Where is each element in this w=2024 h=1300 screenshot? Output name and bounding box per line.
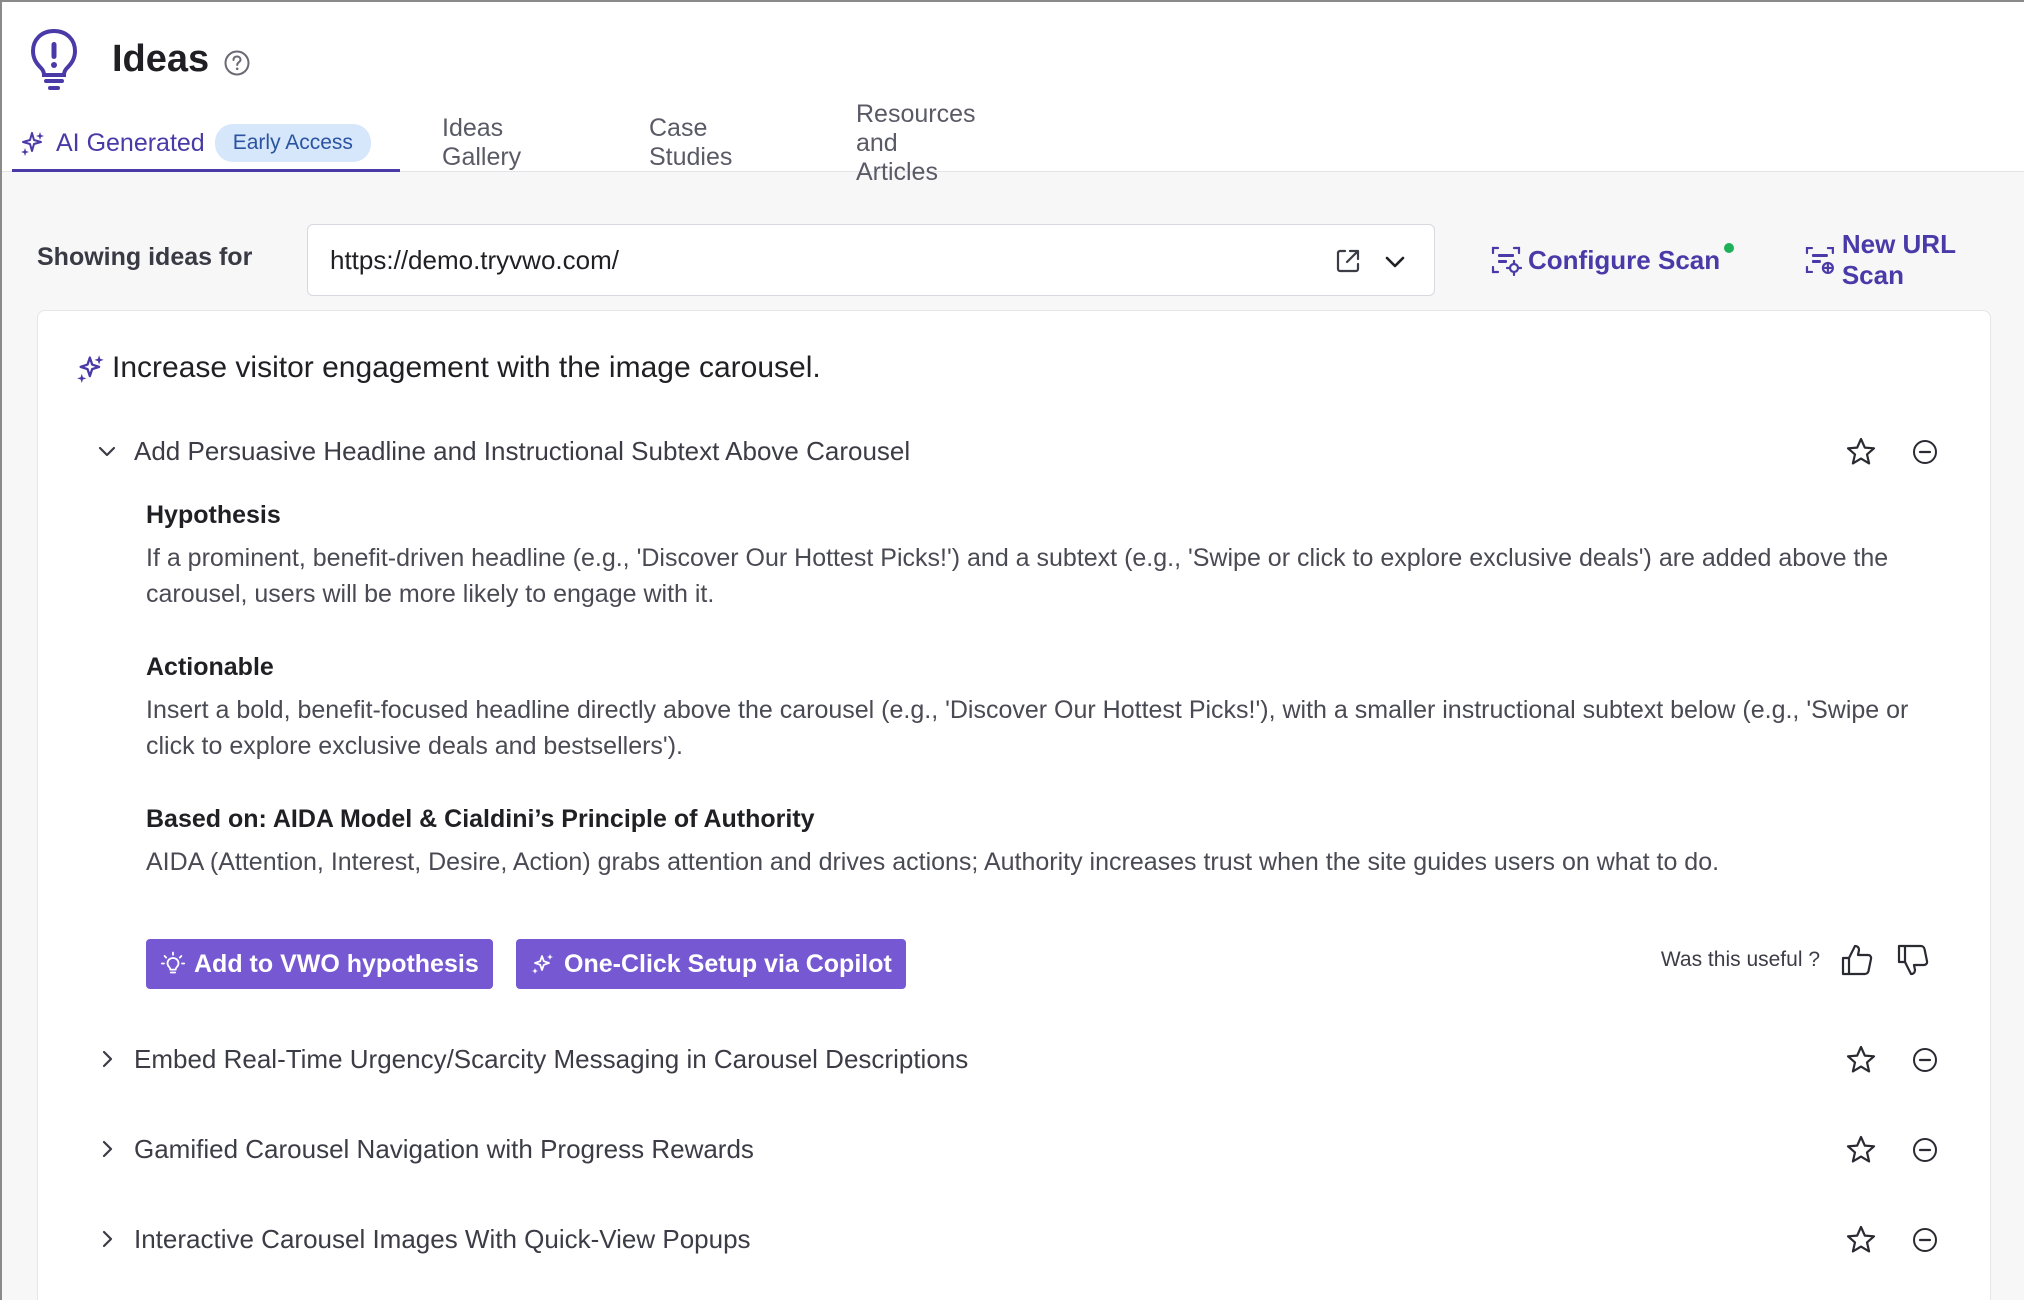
useful-prompt: Was this useful ? — [1660, 948, 1820, 971]
chevron-down-icon[interactable] — [96, 440, 118, 462]
tab-resources-and-articles[interactable]: Resources and Articles — [856, 100, 976, 186]
url-select[interactable]: https://demo.tryvwo.com/ — [307, 224, 1435, 296]
dismiss-icon[interactable] — [1908, 1223, 1942, 1257]
new-url-scan-button[interactable]: New URL Scan — [1804, 229, 2024, 290]
add-button-label: Add to VWO hypothesis — [194, 949, 479, 978]
card-title: Increase visitor engagement with the ima… — [76, 351, 821, 385]
hypothesis-title: Hypothesis — [146, 501, 281, 529]
app-window: Ideas AI Generated Early Access Ideas Ga… — [0, 0, 2024, 1300]
feedback-group: Was this useful ? — [1661, 941, 1932, 979]
new-url-scan-label: New URL Scan — [1841, 229, 1956, 290]
chevron-right-icon[interactable] — [96, 1048, 118, 1070]
thumbs-down-icon[interactable] — [1894, 941, 1932, 979]
thumbs-up-icon[interactable] — [1838, 941, 1876, 979]
tab-label: AI Generated — [56, 128, 205, 157]
chevron-right-icon[interactable] — [96, 1138, 118, 1160]
sparkle-icon — [532, 954, 553, 974]
lightbulb-icon — [30, 28, 78, 90]
idea-actions — [1814, 435, 1942, 469]
dismiss-icon[interactable] — [1908, 1133, 1942, 1167]
ideas-card: Increase visitor engagement with the ima… — [37, 310, 1991, 1300]
lightbulb-icon — [160, 951, 186, 974]
actionable-title: Actionable — [146, 653, 274, 681]
idea-title: Embed Real-Time Urgency/Scarcity Messagi… — [134, 1043, 969, 1074]
star-icon[interactable] — [1844, 1223, 1878, 1257]
chevron-right-icon[interactable] — [96, 1228, 118, 1250]
copilot-setup-button[interactable]: One-Click Setup via Copilot — [516, 939, 906, 989]
showing-ideas-label: Showing ideas for — [37, 243, 253, 271]
page-header: Ideas AI Generated Early Access Ideas Ga… — [2, 2, 2024, 186]
idea-title: Add Persuasive Headline and Instructiona… — [134, 435, 911, 466]
actionable-section: Actionable Insert a bold, benefit-focuse… — [146, 653, 1920, 764]
idea-title: Gamified Carousel Navigation with Progre… — [134, 1133, 754, 1164]
idea-row[interactable]: Interactive Carousel Images With Quick-V… — [96, 1217, 1942, 1261]
scan-settings-icon — [1491, 246, 1522, 276]
based-on-title: Based on: AIDA Model & Cialdini’s Princi… — [146, 805, 815, 833]
star-icon[interactable] — [1844, 435, 1878, 469]
status-dot — [1724, 243, 1734, 253]
tab-ai-generated[interactable]: AI Generated Early Access — [12, 114, 400, 172]
early-access-badge: Early Access — [214, 124, 371, 162]
chevron-down-icon[interactable] — [1382, 249, 1408, 275]
page-title: Ideas — [112, 38, 210, 80]
tab-case-studies[interactable]: Case Studies — [649, 114, 732, 172]
idea-actions — [1814, 1133, 1942, 1167]
star-icon[interactable] — [1844, 1133, 1878, 1167]
sparkle-icon — [77, 355, 104, 383]
sparkle-icon — [21, 132, 44, 156]
add-to-vwo-hypothesis-button[interactable]: Add to VWO hypothesis — [146, 939, 493, 989]
configure-scan-label: Configure Scan — [1528, 244, 1721, 275]
actionable-text: Insert a bold, benefit-focused headline … — [146, 696, 1909, 760]
idea-row[interactable]: Add Persuasive Headline and Instructiona… — [96, 429, 1942, 473]
star-icon[interactable] — [1844, 1043, 1878, 1077]
idea-actions — [1814, 1223, 1942, 1257]
copilot-button-label: One-Click Setup via Copilot — [564, 949, 892, 978]
based-on-section: Based on: AIDA Model & Cialdini’s Princi… — [146, 805, 1920, 880]
external-link-icon[interactable] — [1334, 247, 1362, 275]
hypothesis-section: Hypothesis If a prominent, benefit-drive… — [146, 501, 1920, 612]
hypothesis-text: If a prominent, benefit-driven headline … — [146, 544, 1889, 608]
idea-title: Interactive Carousel Images With Quick-V… — [134, 1223, 751, 1254]
based-on-text: AIDA (Attention, Interest, Desire, Actio… — [146, 848, 1720, 876]
configure-scan-button[interactable]: Configure Scan — [1490, 240, 1720, 280]
idea-row[interactable]: Embed Real-Time Urgency/Scarcity Messagi… — [96, 1037, 1942, 1081]
idea-row[interactable]: Gamified Carousel Navigation with Progre… — [96, 1127, 1942, 1171]
dismiss-icon[interactable] — [1908, 1043, 1942, 1077]
idea-actions — [1814, 1043, 1942, 1077]
dismiss-icon[interactable] — [1908, 435, 1942, 469]
card-title-text: Increase visitor engagement with the ima… — [112, 351, 821, 384]
help-circle-icon[interactable] — [223, 49, 251, 77]
tab-ideas-gallery[interactable]: Ideas Gallery — [442, 114, 521, 172]
scan-add-icon — [1805, 246, 1834, 275]
url-value: https://demo.tryvwo.com/ — [330, 244, 619, 275]
